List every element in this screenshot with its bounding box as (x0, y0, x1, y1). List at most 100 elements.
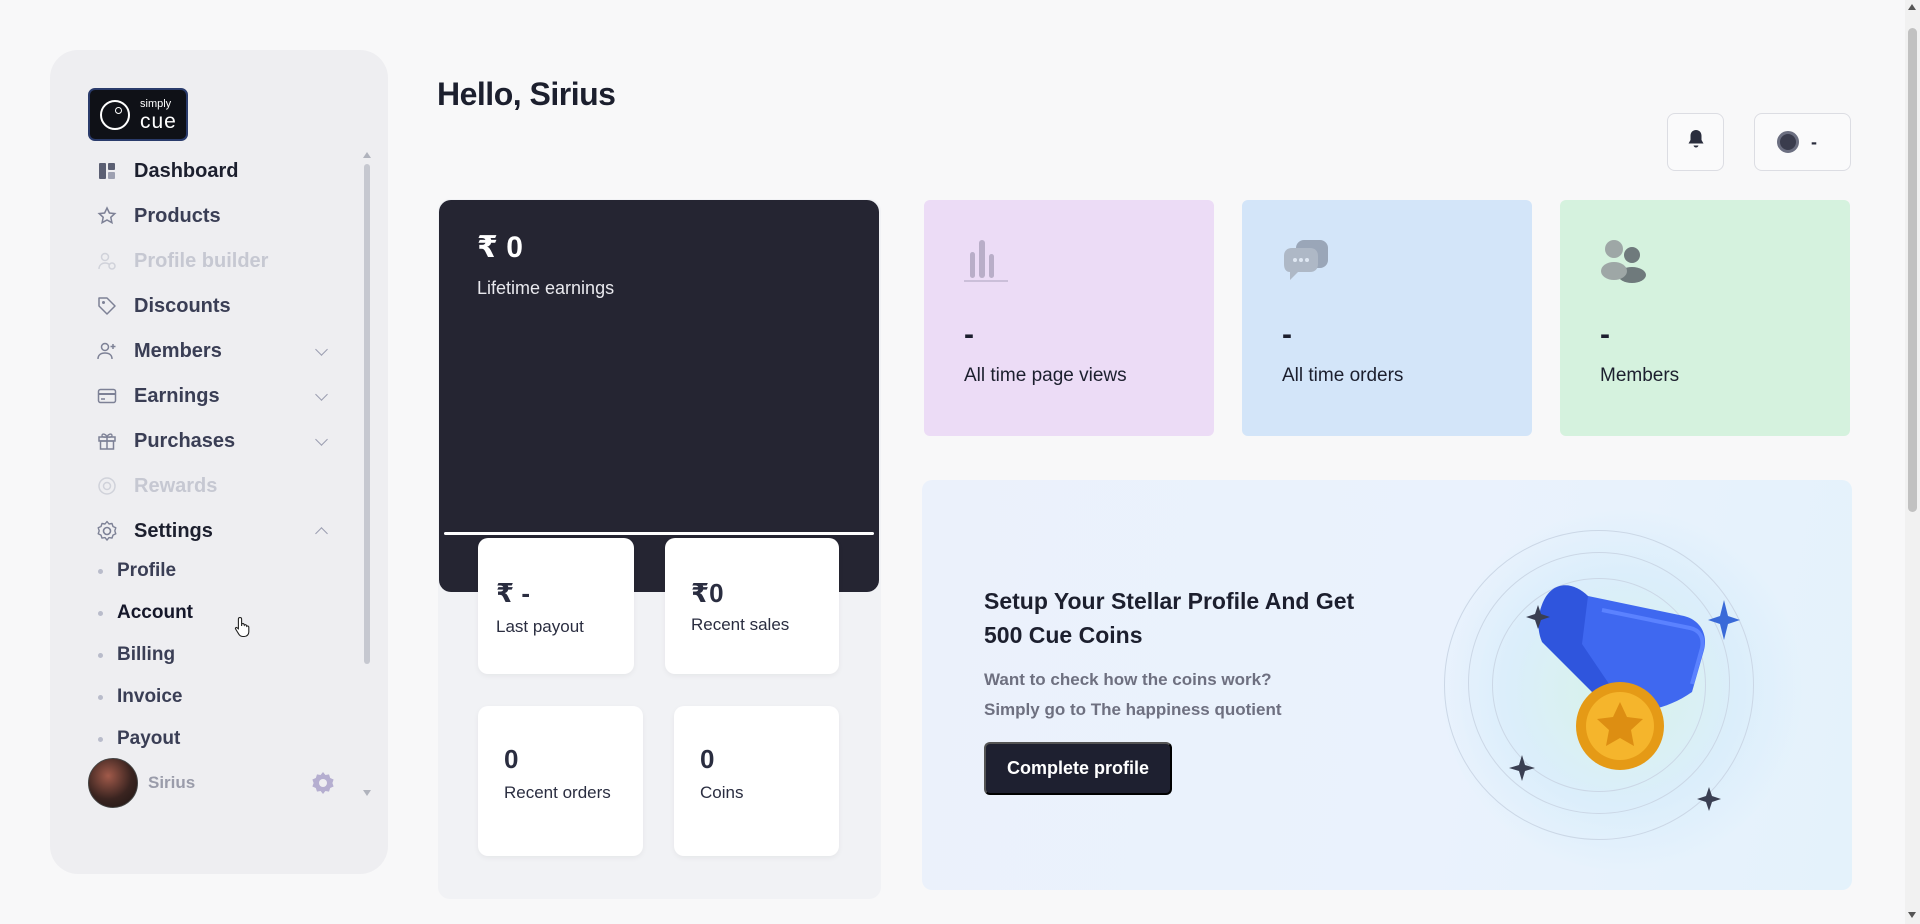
orders-value: - (1282, 318, 1292, 351)
coins-card: 0 Coins (674, 706, 839, 856)
recent-orders-card: 0 Recent orders (478, 706, 643, 856)
coins-balance-button[interactable]: - (1754, 113, 1851, 171)
lifetime-earnings-card: ₹ 0 Lifetime earnings (439, 200, 879, 592)
rewards-icon (96, 475, 118, 497)
page-views-value: - (964, 318, 974, 351)
sidebar-item-label: Discounts (134, 294, 231, 317)
settings-sub-account[interactable]: Account (96, 600, 296, 626)
bell-icon (1687, 129, 1705, 155)
members-icon (96, 340, 118, 362)
orders-label: All time orders (1282, 365, 1404, 386)
coin-balance-value: - (1811, 131, 1817, 152)
user-settings-gear-icon[interactable] (310, 770, 336, 796)
stat-card-orders: - All time orders (1242, 200, 1532, 436)
lifetime-earnings-label: Lifetime earnings (477, 278, 615, 298)
sidebar-item-profile-builder[interactable]: Profile builder (96, 246, 346, 276)
logo-main-text: cue (140, 110, 177, 133)
bullet-icon (98, 568, 103, 574)
coin-icon (1777, 131, 1799, 153)
earnings-chart-line (444, 532, 874, 535)
logo-ring-icon (100, 100, 130, 130)
card-icon (96, 385, 118, 407)
sidebar-item-label: Dashboard (134, 159, 239, 182)
last-payout-card: ₹ - Last payout (478, 538, 634, 674)
bullet-icon (98, 736, 103, 742)
recent-sales-value: ₹0 (691, 578, 724, 608)
medal-icon (1509, 585, 1740, 811)
scroll-down-arrow-icon[interactable] (363, 790, 371, 796)
bullet-icon (98, 610, 103, 616)
chat-bubbles-icon (1282, 238, 1328, 284)
sidebar-item-rewards[interactable]: Rewards (96, 471, 346, 501)
recent-sales-card: ₹0 Recent sales (665, 538, 839, 674)
settings-sub-profile[interactable]: Profile (96, 558, 296, 584)
sidebar-item-label: Purchases (134, 429, 236, 452)
scroll-up-arrow-icon[interactable] (363, 152, 371, 158)
scroll-down-arrow-icon[interactable] (1908, 912, 1916, 918)
users-icon (1600, 238, 1646, 284)
coins-value: 0 (700, 744, 715, 774)
sidebar-item-label: Products (134, 204, 221, 227)
complete-profile-button[interactable]: Complete profile (984, 742, 1172, 795)
sidebar-item-label: Profile builder (134, 249, 269, 272)
members-label: Members (1600, 365, 1680, 386)
dashboard-icon (96, 160, 118, 182)
sidebar-scrollbar[interactable] (363, 152, 371, 796)
sub-item-label: Invoice (117, 686, 183, 707)
promo-title: Setup Your Stellar Profile And Get 500 C… (984, 588, 1355, 648)
chevron-down-icon[interactable] (315, 343, 328, 356)
chevron-down-icon[interactable] (315, 433, 328, 446)
chevron-up-icon[interactable] (315, 527, 328, 540)
settings-sub-billing[interactable]: Billing (96, 642, 296, 668)
sidebar-scroll-thumb[interactable] (364, 164, 370, 664)
sidebar-item-discounts[interactable]: Discounts (96, 291, 346, 321)
page-views-label: All time page views (964, 365, 1127, 386)
simplycue-logo[interactable]: simply cue (88, 88, 188, 141)
gear-icon (96, 520, 118, 542)
user-name: Sirius (148, 773, 196, 792)
bullet-icon (98, 652, 103, 658)
settings-sub-payout[interactable]: Payout (96, 726, 296, 752)
gift-icon (96, 430, 118, 452)
chevron-down-icon[interactable] (315, 388, 328, 401)
recent-sales-label: Recent sales (691, 615, 790, 634)
promo-line-2: Simply go to The happiness quotient (984, 700, 1282, 719)
stat-card-members: - Members (1560, 200, 1850, 436)
lifetime-earnings-value: ₹ 0 (477, 231, 523, 264)
star-icon (96, 205, 118, 227)
sidebar-item-label: Settings (134, 519, 213, 542)
profile-promo-banner: Setup Your Stellar Profile And Get 500 C… (922, 480, 1852, 890)
notifications-button[interactable] (1667, 113, 1724, 171)
settings-sub-invoice[interactable]: Invoice (96, 684, 296, 710)
tag-icon (96, 295, 118, 317)
sidebar-user[interactable]: Sirius (88, 758, 348, 808)
sidebar-item-purchases[interactable]: Purchases (96, 426, 346, 456)
sidebar-item-members[interactable]: Members (96, 336, 346, 366)
sidebar-item-label: Rewards (134, 474, 218, 497)
logo-top-text: simply (140, 98, 172, 110)
bar-chart-icon (964, 238, 1008, 284)
sidebar-item-label: Members (134, 339, 222, 362)
profile-builder-icon (96, 250, 118, 272)
coins-label: Coins (700, 783, 744, 802)
avatar[interactable] (88, 758, 138, 808)
sub-item-label: Profile (117, 560, 177, 581)
sidebar-item-settings[interactable]: Settings (96, 516, 346, 546)
sidebar: simply cue Dashboard Products Profile bu… (50, 50, 388, 874)
scroll-up-arrow-icon[interactable] (1908, 4, 1916, 10)
bullet-icon (98, 694, 103, 700)
promo-line-1: Want to check how the coins work? (984, 670, 1272, 689)
sidebar-item-dashboard[interactable]: Dashboard (96, 156, 346, 186)
sidebar-item-products[interactable]: Products (96, 201, 346, 231)
last-payout-label: Last payout (496, 617, 584, 636)
last-payout-value: ₹ - (496, 578, 530, 608)
page-scroll-thumb[interactable] (1908, 28, 1917, 512)
sidebar-item-earnings[interactable]: Earnings (96, 381, 346, 411)
page-title: Hello, Sirius (437, 76, 616, 112)
sub-item-label: Account (117, 602, 193, 623)
page-scrollbar[interactable] (1905, 0, 1920, 924)
recent-orders-label: Recent orders (504, 783, 611, 802)
stat-card-page-views: - All time page views (924, 200, 1214, 436)
recent-orders-value: 0 (504, 744, 519, 774)
hand-cursor-icon (234, 616, 252, 644)
